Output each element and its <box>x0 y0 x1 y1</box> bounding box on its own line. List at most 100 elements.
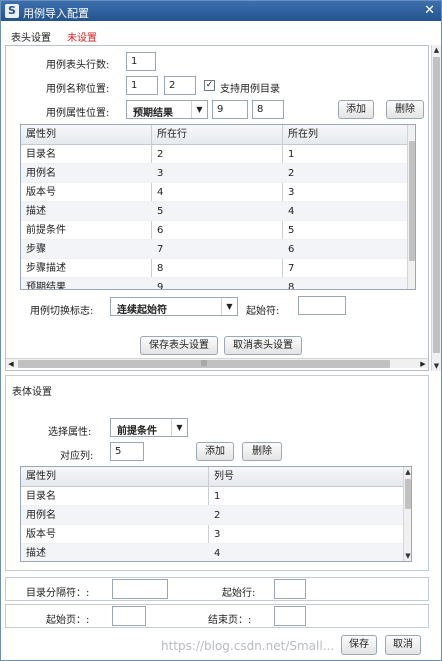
table-cell: 前提条件 <box>26 225 66 236</box>
table-row[interactable] <box>21 259 407 278</box>
page-range-row: 起始页：: 结束页：: <box>5 604 429 628</box>
column-label: 对应列: <box>60 451 94 462</box>
table-row[interactable] <box>21 240 407 259</box>
end-page-input[interactable] <box>274 606 306 626</box>
end-page-label: 结束页：: <box>208 615 252 626</box>
panel-v-scrollbar[interactable]: ▲ ▼ <box>431 45 441 371</box>
table-row[interactable] <box>21 278 407 289</box>
table-cell: 9 <box>157 282 164 290</box>
start-char-label: 起始符: <box>246 306 280 317</box>
attr-select[interactable]: 预期结果 ▼ <box>126 100 208 119</box>
col-header-attr: 属性列 <box>26 129 56 140</box>
chevron-down-icon: ▼ <box>191 101 207 118</box>
table-row[interactable] <box>21 145 407 164</box>
name-col-input[interactable]: 2 <box>164 76 196 95</box>
table-row[interactable] <box>21 183 407 202</box>
table-cell: 5 <box>157 206 164 217</box>
switch-flag-value: 连续起始符 <box>117 305 167 316</box>
add-attr-button[interactable]: 添加 <box>338 100 374 119</box>
table-cell: 描述 <box>26 206 46 217</box>
table-cell: 2 <box>157 149 164 160</box>
dir-sep-input[interactable] <box>112 579 168 599</box>
table-cell: 2 <box>288 168 295 179</box>
scroll-right-icon[interactable]: ▶ <box>418 359 428 369</box>
table-cell: 7 <box>157 244 164 255</box>
dir-sep-label: 目录分隔符：: <box>26 588 90 599</box>
cancel-header-button[interactable]: 取消表头设置 <box>224 336 302 355</box>
dir-sep-row: 目录分隔符：: 起始行: <box>5 577 429 601</box>
h-scrollbar-thumb[interactable]: ||| <box>18 360 390 368</box>
table-cell: 3 <box>157 168 164 179</box>
config-dialog: S 用例导入配置 ✕ 表头设置 未设置 用例表头行数: 1 用例名称位置: 1 … <box>0 0 442 661</box>
panel-h-scrollbar[interactable]: ◀ ||| ▶ <box>6 358 428 368</box>
watermark: https://blog.csdn.net/Small... <box>161 639 335 653</box>
window-title: 用例导入配置 <box>23 7 89 20</box>
scroll-down-icon[interactable]: ▼ <box>404 551 411 561</box>
table-row[interactable] <box>21 221 407 240</box>
attr-row-input[interactable]: 9 <box>212 100 248 119</box>
cancel-button[interactable]: 取消 <box>385 635 421 655</box>
col-header-col: 所在列 <box>288 129 318 140</box>
table-cell: 版本号 <box>26 529 56 540</box>
v-scrollbar-thumb[interactable] <box>433 57 440 353</box>
scroll-up-icon[interactable]: ▲ <box>432 45 441 55</box>
table-cell: 预期结果 <box>26 282 66 290</box>
table-scrollbar[interactable] <box>407 125 415 289</box>
add-body-attr-button[interactable]: 添加 <box>196 442 234 461</box>
body-attr-table: 属性列 列号 目录名 1 用例名 2 版本号 3 描述 4 ▲ ▼ <box>20 466 412 562</box>
name-position-label: 用例名称位置: <box>46 84 110 95</box>
body-attr-select[interactable]: 前提条件 ▼ <box>110 418 188 437</box>
header-settings-tab[interactable]: 表头设置 <box>11 29 51 44</box>
table-cell: 4 <box>214 548 221 559</box>
body-settings-panel: 表体设置 选择属性: 前提条件 ▼ 对应列: 5 添加 删除 属性列 列号 目录… <box>5 375 429 571</box>
start-char-input[interactable] <box>298 296 346 315</box>
save-button[interactable]: 保存 <box>341 635 377 655</box>
body-attr-select-value: 前提条件 <box>117 426 157 437</box>
table-cell: 1 <box>288 149 295 160</box>
table-row[interactable] <box>21 164 407 183</box>
switch-flag-label: 用例切换标志: <box>30 306 94 317</box>
row-count-input[interactable]: 1 <box>126 52 156 71</box>
header-settings-panel: 用例表头行数: 1 用例名称位置: 1 2 ✓ 支持用例目录 用例属性位置: 预… <box>5 45 429 371</box>
table-cell: 7 <box>288 263 295 274</box>
chevron-down-icon: ▼ <box>221 298 237 315</box>
header-attr-table: 属性列 所在行 所在列 目录名 2 1 用例名 3 2 版本号 4 3 描述 5… <box>20 124 416 290</box>
save-header-button[interactable]: 保存表头设置 <box>140 336 218 355</box>
scrollbar-thumb[interactable] <box>405 479 411 509</box>
table-scrollbar[interactable]: ▲ ▼ <box>403 467 411 561</box>
start-row-input[interactable] <box>274 579 306 599</box>
switch-flag-select[interactable]: 连续起始符 ▼ <box>110 297 238 316</box>
scrollbar-thumb[interactable] <box>409 141 415 261</box>
table-cell: 4 <box>288 206 295 217</box>
table-cell: 用例名 <box>26 168 56 179</box>
table-cell: 1 <box>214 491 221 502</box>
table-cell: 步骤 <box>26 244 46 255</box>
table-cell: 版本号 <box>26 187 56 198</box>
header-status-text: 未设置 <box>67 33 97 44</box>
scroll-down-icon[interactable]: ▼ <box>432 361 441 371</box>
attr-col-input[interactable]: 8 <box>252 100 284 119</box>
table-cell: 用例名 <box>26 510 56 521</box>
table-header <box>21 125 407 145</box>
scroll-left-icon[interactable]: ◀ <box>6 359 16 369</box>
title-bar: S 用例导入配置 ✕ <box>1 1 441 21</box>
close-icon[interactable]: ✕ <box>424 3 435 18</box>
start-page-input[interactable] <box>112 606 146 626</box>
delete-body-attr-button[interactable]: 删除 <box>242 442 282 461</box>
row-count-label: 用例表头行数: <box>46 60 110 71</box>
support-dir-checkbox[interactable]: ✓ <box>204 80 215 91</box>
col-header-attr: 属性列 <box>26 471 56 482</box>
table-cell: 5 <box>288 225 295 236</box>
scroll-up-icon[interactable]: ▲ <box>404 467 411 477</box>
name-row-input[interactable]: 1 <box>126 76 158 95</box>
table-cell: 8 <box>157 263 164 274</box>
start-row-label: 起始行: <box>222 588 256 599</box>
select-attr-label: 选择属性: <box>48 427 92 438</box>
table-cell: 3 <box>214 529 221 540</box>
delete-attr-button[interactable]: 删除 <box>386 100 424 119</box>
table-cell: 目录名 <box>26 149 56 160</box>
column-input[interactable]: 5 <box>110 442 144 461</box>
table-cell: 3 <box>288 187 295 198</box>
col-header-colnum: 列号 <box>214 471 234 482</box>
table-row[interactable] <box>21 202 407 221</box>
